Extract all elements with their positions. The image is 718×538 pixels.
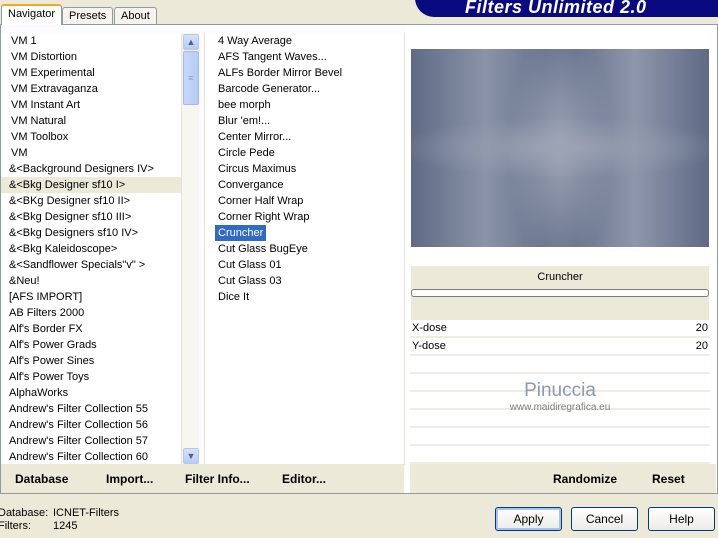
category-item[interactable]: AB Filters 2000 — [1, 305, 181, 321]
category-item[interactable]: Alf's Border FX — [1, 321, 181, 337]
category-item[interactable]: VM Instant Art — [1, 97, 181, 113]
category-item[interactable]: VM — [1, 145, 181, 161]
category-item[interactable]: Andrew's Filter Collection 60 — [1, 449, 181, 465]
filter-item-label: bee morph — [218, 99, 271, 111]
database-button[interactable]: Database — [15, 472, 68, 486]
filter-item[interactable]: Circle Pede — [205, 145, 404, 161]
filter-name-label: Cruncher — [537, 271, 583, 283]
filter-item[interactable]: Circus Maximus — [205, 161, 404, 177]
filter-item[interactable]: bee morph — [205, 97, 404, 113]
cancel-button[interactable]: Cancel — [571, 507, 638, 531]
tab-presets[interactable]: Presets — [62, 7, 114, 25]
category-item[interactable]: &<Background Designers IV> — [1, 161, 181, 177]
category-item[interactable]: Andrew's Filter Collection 55 — [1, 401, 181, 417]
filter-item-label: Cut Glass BugEye — [218, 243, 308, 255]
filter-header: Cruncher — [411, 266, 709, 322]
watermark-name: Pinuccia — [524, 380, 596, 401]
filter-item[interactable]: Blur 'em!... — [205, 113, 404, 129]
category-item[interactable]: Andrew's Filter Collection 56 — [1, 417, 181, 433]
filter-item[interactable]: AFS Tangent Waves... — [205, 49, 404, 65]
param-row-empty — [410, 446, 710, 464]
category-item[interactable]: VM 1 — [1, 33, 181, 49]
category-item[interactable]: &<Bkg Designer sf10 III> — [1, 209, 181, 225]
filter-item-label: Corner Right Wrap — [218, 211, 310, 223]
param-label: X-dose — [412, 322, 447, 334]
scroll-up-icon[interactable]: ▲ — [183, 34, 199, 50]
category-item[interactable]: &<BKg Designer sf10 II> — [1, 193, 181, 209]
reset-button[interactable]: Reset — [652, 472, 685, 486]
category-list[interactable]: VM 1 VM Distortion VM Experimental VM Extra… — [1, 33, 181, 465]
category-item[interactable]: VM Toolbox — [1, 129, 181, 145]
tab-navigator[interactable]: Navigator — [1, 4, 63, 25]
category-item[interactable]: &<Bkg Designer sf10 I> — [1, 177, 181, 193]
category-item[interactable]: Alf's Power Toys — [1, 369, 181, 385]
filter-item[interactable]: Dice It — [205, 289, 404, 305]
category-item[interactable]: VM Extravaganza — [1, 81, 181, 97]
filter-item-label: ALFs Border Mirror Bevel — [218, 67, 343, 79]
filter-item-label: Circle Pede — [218, 147, 275, 159]
filter-item[interactable]: Convergance — [205, 177, 404, 193]
import-button[interactable]: Import... — [106, 472, 153, 486]
status-database-value: ICNET-Filters — [53, 507, 119, 519]
editor-button[interactable]: Editor... — [282, 472, 326, 486]
progress-bar — [411, 289, 709, 297]
filter-item-label: Corner Half Wrap — [218, 195, 304, 207]
tab-about[interactable]: About — [114, 7, 157, 25]
param-row-empty — [410, 428, 710, 446]
filter-item-label: Center Mirror... — [218, 131, 292, 143]
param-row-x-dose[interactable]: X-dose 20 — [410, 320, 710, 338]
filter-item[interactable]: Cut Glass 03 — [205, 273, 404, 289]
category-item[interactable]: &Neu! — [1, 273, 181, 289]
filter-item[interactable]: 4 Way Average — [205, 33, 404, 49]
param-row-y-dose[interactable]: Y-dose 20 — [410, 338, 710, 356]
filter-item-label: Blur 'em!... — [218, 115, 271, 127]
category-item[interactable]: Alf's Power Grads — [1, 337, 181, 353]
category-item[interactable]: VM Experimental — [1, 65, 181, 81]
filter-item-label: Cut Glass 03 — [218, 275, 282, 287]
category-item[interactable]: [AFS IMPORT] — [1, 289, 181, 305]
filter-item[interactable]: ALFs Border Mirror Bevel — [205, 65, 404, 81]
filter-item-label: Convergance — [218, 179, 284, 191]
category-item[interactable]: Alf's Power Sines — [1, 353, 181, 369]
filter-item[interactable]: Corner Right Wrap — [205, 209, 404, 225]
status-database-label: Database: — [0, 507, 49, 519]
filter-item[interactable]: Cruncher — [205, 225, 404, 241]
filter-item-label: Cruncher — [215, 225, 267, 241]
filter-item-label: 4 Way Average — [218, 35, 292, 47]
randomize-button[interactable]: Randomize — [553, 472, 617, 486]
filter-item-label: AFS Tangent Waves... — [218, 51, 327, 63]
filter-item-label: Circus Maximus — [218, 163, 297, 175]
scroll-thumb[interactable]: ≡ — [183, 51, 199, 105]
category-item[interactable]: VM Natural — [1, 113, 181, 129]
watermark-url: www.maidiregrafica.eu — [509, 402, 611, 413]
filter-item[interactable]: Center Mirror... — [205, 129, 404, 145]
scroll-down-icon[interactable]: ▼ — [183, 448, 199, 464]
filter-item[interactable]: Corner Half Wrap — [205, 193, 404, 209]
filter-item[interactable]: Barcode Generator... — [205, 81, 404, 97]
filter-item-label: Dice It — [218, 291, 250, 303]
filter-item-label: Cut Glass 01 — [218, 259, 282, 271]
app-title-banner: Filters Unlimited 2.0 — [415, 0, 718, 17]
category-item[interactable]: VM Distortion — [1, 49, 181, 65]
param-label: Y-dose — [412, 340, 446, 352]
status-filters-label: Filters: — [0, 520, 31, 532]
category-item[interactable]: &<Sandflower Specials"v" > — [1, 257, 181, 273]
filter-item[interactable]: Cut Glass BugEye — [205, 241, 404, 257]
category-item[interactable]: Andrew's Filter Collection 57 — [1, 433, 181, 449]
param-value: 20 — [695, 340, 708, 352]
filter-item-label: Barcode Generator... — [218, 83, 321, 95]
category-item[interactable]: AlphaWorks — [1, 385, 181, 401]
help-button[interactable]: Help — [648, 507, 715, 531]
filter-list[interactable]: 4 Way Average AFS Tangent Waves... ALFs Bo… — [204, 33, 405, 465]
filter-item[interactable]: Cut Glass 01 — [205, 257, 404, 273]
preview-image — [411, 49, 709, 247]
apply-button[interactable]: Apply — [495, 507, 562, 531]
filter-info-button[interactable]: Filter Info... — [185, 472, 250, 486]
param-row-empty — [410, 356, 710, 374]
param-value: 20 — [695, 322, 708, 334]
category-scrollbar[interactable]: ▲ ≡ ▼ — [181, 33, 199, 465]
category-item[interactable]: &<Bkg Kaleidoscope> — [1, 241, 181, 257]
category-item[interactable]: &<Bkg Designers sf10 IV> — [1, 225, 181, 241]
status-filters-value: 1245 — [53, 520, 78, 532]
